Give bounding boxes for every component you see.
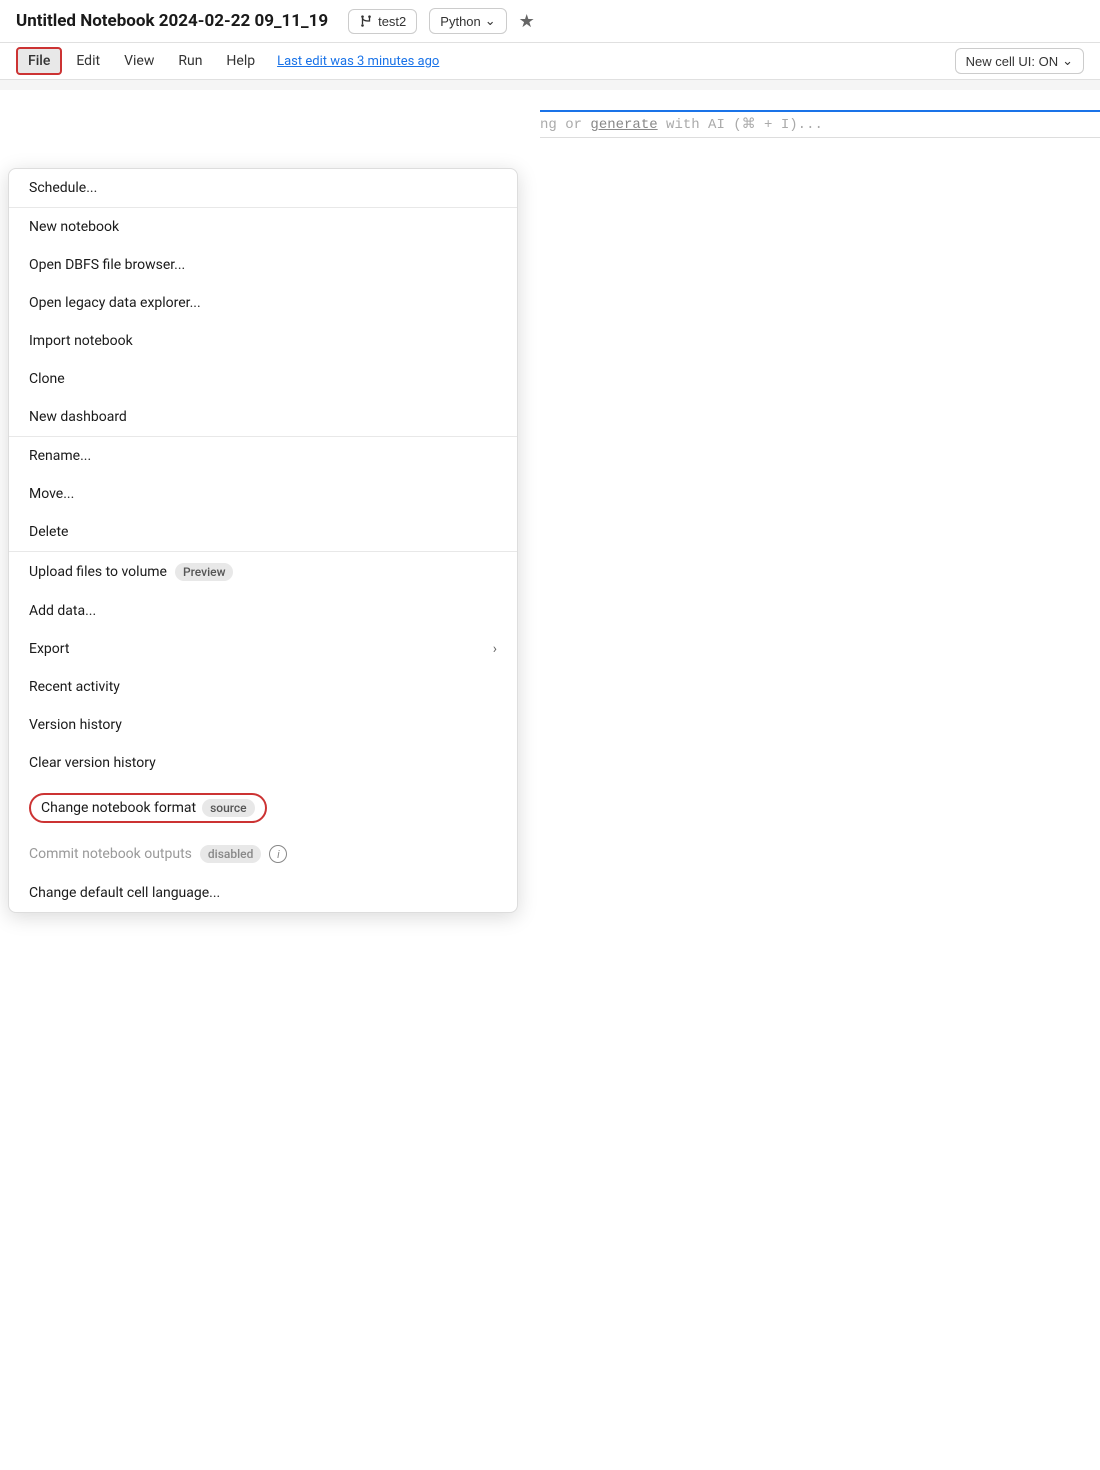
menu-item-version-history[interactable]: Version history — [9, 706, 517, 744]
cell-top-border — [540, 110, 1100, 112]
menu-item-recent-activity[interactable]: Recent activity — [9, 668, 517, 706]
notebook-title: Untitled Notebook 2024-02-22 09_11_19 — [16, 11, 328, 31]
menu-item-change-notebook-format[interactable]: Change notebook format source — [9, 782, 517, 834]
menu-item-upload-volume[interactable]: Upload files to volume Preview — [9, 552, 517, 592]
chevron-down-icon: ⌄ — [485, 13, 496, 29]
menu-item-import[interactable]: Import notebook — [9, 322, 517, 360]
menu-item-export[interactable]: Export › — [9, 630, 517, 668]
menu-file[interactable]: File — [16, 47, 62, 75]
add-data-label: Add data... — [29, 603, 96, 619]
menu-edit[interactable]: Edit — [66, 49, 110, 73]
dropdown-section-schedule: Schedule... — [9, 169, 517, 208]
main-content: ng or generate with AI (⌘ + I)... — [520, 90, 1100, 158]
menu-item-move[interactable]: Move... — [9, 475, 517, 513]
star-button[interactable]: ★ — [519, 11, 535, 32]
change-notebook-format-label: Change notebook format — [41, 800, 196, 816]
new-notebook-label: New notebook — [29, 219, 119, 235]
menu-help[interactable]: Help — [216, 49, 265, 73]
menubar: File Edit View Run Help Last edit was 3 … — [0, 43, 1100, 80]
chevron-right-icon: › — [493, 641, 497, 657]
menu-item-clone[interactable]: Clone — [9, 360, 517, 398]
last-edit-link[interactable]: Last edit was 3 minutes ago — [277, 54, 439, 69]
cell-hint-text: ng or — [540, 117, 590, 133]
branch-button[interactable]: test2 — [348, 9, 417, 34]
new-dashboard-label: New dashboard — [29, 409, 127, 425]
new-cell-ui-button[interactable]: New cell UI: ON ⌄ — [955, 48, 1084, 74]
clone-label: Clone — [29, 371, 65, 387]
dropdown-section-notebook: New notebook Open DBFS file browser... O… — [9, 208, 517, 437]
menu-item-rename[interactable]: Rename... — [9, 437, 517, 475]
topbar: Untitled Notebook 2024-02-22 09_11_19 te… — [0, 0, 1100, 43]
language-button[interactable]: Python ⌄ — [429, 8, 506, 34]
disabled-badge: disabled — [200, 845, 261, 863]
menu-item-schedule[interactable]: Schedule... — [9, 169, 517, 207]
menu-item-new-dashboard[interactable]: New dashboard — [9, 398, 517, 436]
open-dbfs-label: Open DBFS file browser... — [29, 257, 185, 273]
preview-badge: Preview — [175, 563, 234, 581]
commit-notebook-outputs-label: Commit notebook outputs — [29, 846, 192, 862]
version-history-label: Version history — [29, 717, 122, 733]
generate-link[interactable]: generate — [590, 117, 657, 133]
branch-label: test2 — [378, 14, 406, 29]
menu-run[interactable]: Run — [168, 49, 212, 73]
import-label: Import notebook — [29, 333, 133, 349]
source-badge: source — [202, 799, 254, 817]
upload-volume-label: Upload files to volume — [29, 564, 167, 580]
menu-item-clear-version-history[interactable]: Clear version history — [9, 744, 517, 782]
recent-activity-label: Recent activity — [29, 679, 120, 695]
chevron-down-icon: ⌄ — [1062, 53, 1073, 69]
file-dropdown-menu: Schedule... New notebook Open DBFS file … — [8, 168, 518, 913]
move-label: Move... — [29, 486, 74, 502]
rename-label: Rename... — [29, 448, 91, 464]
menu-item-open-dbfs[interactable]: Open DBFS file browser... — [9, 246, 517, 284]
new-cell-ui-label: New cell UI: ON — [966, 54, 1058, 69]
cell-hint-suffix: with AI (⌘ + I)... — [666, 117, 823, 133]
clear-version-history-label: Clear version history — [29, 755, 156, 771]
menu-item-add-data[interactable]: Add data... — [9, 592, 517, 630]
menu-item-commit-notebook-outputs[interactable]: Commit notebook outputs disabled i — [9, 834, 517, 874]
open-legacy-label: Open legacy data explorer... — [29, 295, 201, 311]
schedule-label: Schedule... — [29, 180, 97, 196]
git-icon — [359, 14, 373, 28]
language-label: Python — [440, 14, 480, 29]
change-format-highlight: Change notebook format source — [29, 793, 267, 823]
menu-item-change-default-cell-language[interactable]: Change default cell language... — [9, 874, 517, 912]
info-icon[interactable]: i — [269, 845, 287, 863]
dropdown-section-data: Upload files to volume Preview Add data.… — [9, 552, 517, 912]
menu-item-open-legacy[interactable]: Open legacy data explorer... — [9, 284, 517, 322]
delete-label: Delete — [29, 524, 68, 540]
export-label: Export — [29, 641, 69, 657]
dropdown-section-manage: Rename... Move... Delete — [9, 437, 517, 552]
change-default-cell-language-label: Change default cell language... — [29, 885, 220, 901]
menu-item-delete[interactable]: Delete — [9, 513, 517, 551]
cell-bottom-border — [540, 137, 1100, 138]
menu-view[interactable]: View — [114, 49, 164, 73]
cell-hint: ng or generate with AI (⌘ + I)... — [540, 116, 1080, 133]
menu-item-new-notebook[interactable]: New notebook — [9, 208, 517, 246]
